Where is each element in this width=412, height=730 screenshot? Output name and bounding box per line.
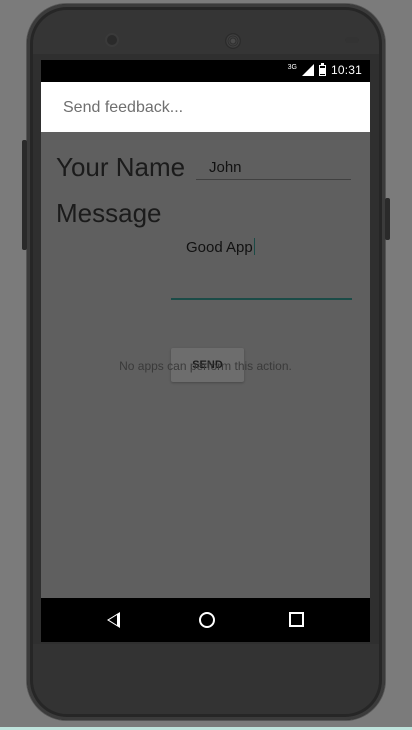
status-time: 10:31 [330,63,362,77]
name-input-value: John [209,159,242,176]
phone-top-bezel [33,10,379,54]
text-cursor [253,238,255,255]
device-screen: 3G 10:31 Send feedback... Your Name John… [41,60,370,642]
navigation-bar [41,598,370,642]
message-input-text: Good App [186,239,253,256]
power-button [385,198,390,240]
chooser-title-bar: Send feedback... [41,82,370,132]
feedback-form: Your Name John Message Good App SEND No … [41,132,370,598]
volume-button [22,140,27,250]
name-input[interactable]: John [196,158,351,180]
battery-icon [318,62,326,76]
status-bar: 3G 10:31 [41,60,370,82]
recents-icon[interactable] [289,612,304,627]
earpiece-speaker [225,33,241,49]
message-label: Message [56,198,162,228]
proximity-sensor [345,37,359,43]
back-icon[interactable] [107,612,120,628]
status-icons: 3G 10:31 [287,62,362,77]
message-input-value: Good App [186,238,255,256]
front-camera [107,35,117,45]
message-input[interactable]: Good App [171,236,352,300]
toast-message: No apps can perform this action. [119,359,292,373]
chooser-title: Send feedback... [63,99,184,116]
network-type-icon: 3G [287,63,297,71]
signal-icon [301,64,314,76]
home-icon[interactable] [199,612,215,628]
phone-bottom-bezel [33,644,379,714]
name-label: Your Name [56,152,186,182]
